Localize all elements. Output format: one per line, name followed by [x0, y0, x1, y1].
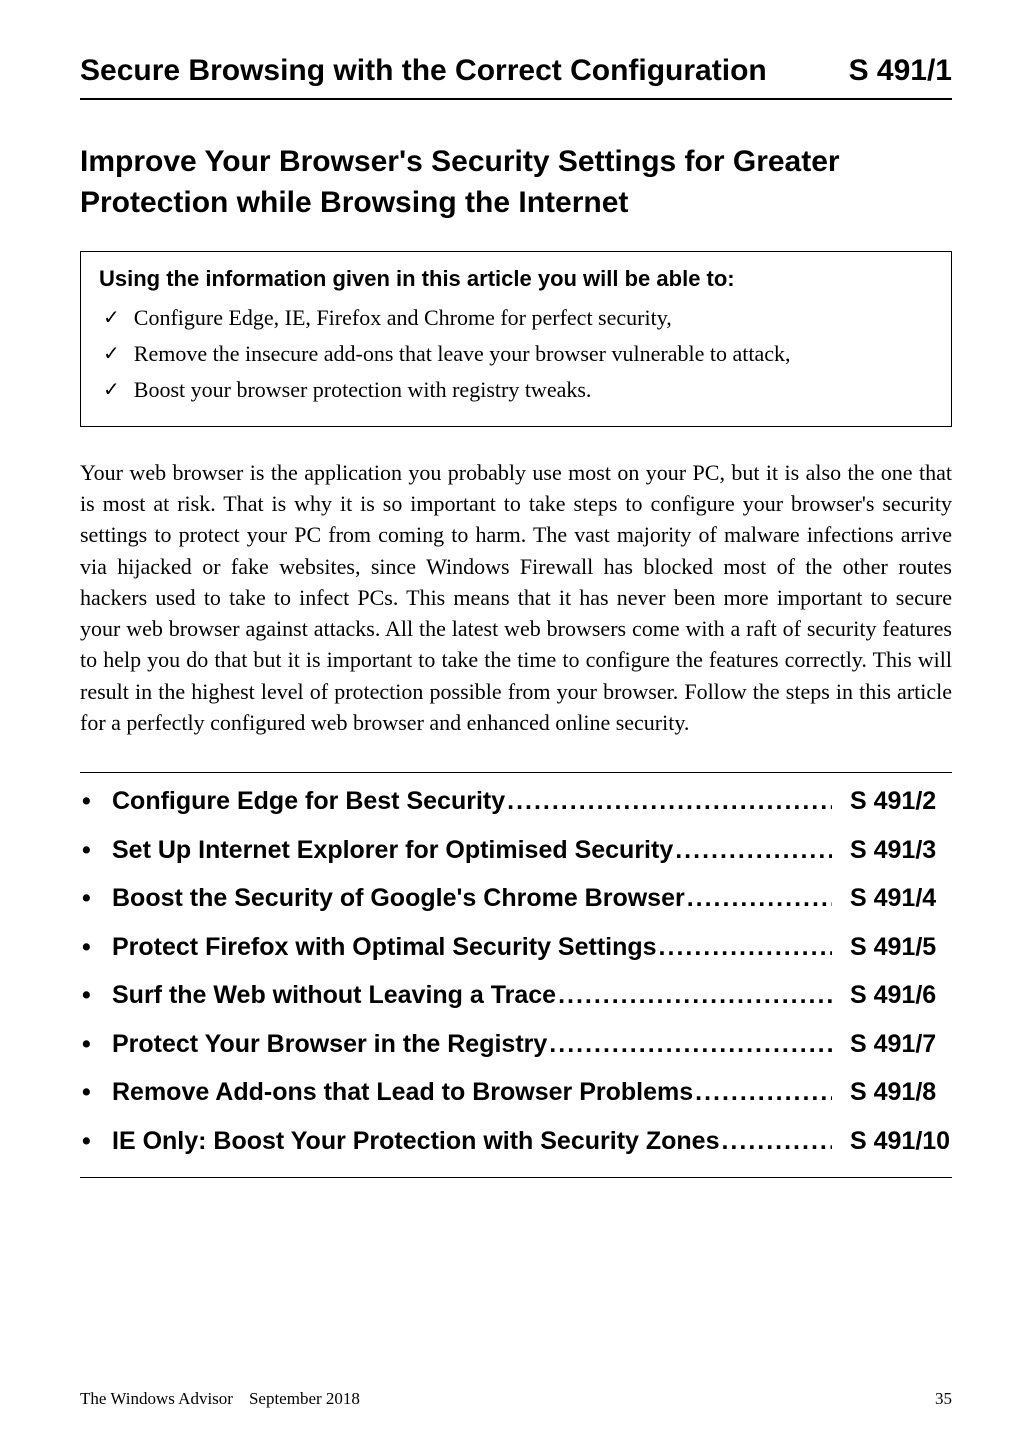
toc-page: S 491/3 — [832, 832, 952, 870]
info-box-list: ✓ Configure Edge, IE, Firefox and Chrome… — [99, 302, 933, 406]
info-box-item: ✓ Boost your browser protection with reg… — [99, 374, 933, 406]
bullet-icon: • — [80, 880, 112, 918]
check-icon: ✓ — [103, 374, 120, 406]
bullet-icon: • — [80, 1123, 112, 1161]
info-box-item-text: Remove the insecure add-ons that leave y… — [134, 338, 791, 370]
bullet-icon: • — [80, 977, 112, 1015]
toc-item: • Configure Edge for Best Security S 491… — [80, 783, 952, 821]
toc-label: Remove Add-ons that Lead to Browser Prob… — [112, 1074, 832, 1112]
info-box-item: ✓ Configure Edge, IE, Firefox and Chrome… — [99, 302, 933, 334]
info-box: Using the information given in this arti… — [80, 251, 952, 427]
toc-item: • Remove Add-ons that Lead to Browser Pr… — [80, 1074, 952, 1112]
check-icon: ✓ — [103, 338, 120, 370]
toc-item: • Protect Your Browser in the Registry S… — [80, 1026, 952, 1064]
toc-page: S 491/6 — [832, 977, 952, 1015]
toc-page: S 491/8 — [832, 1074, 952, 1112]
info-box-item: ✓ Remove the insecure add-ons that leave… — [99, 338, 933, 370]
bullet-icon: • — [80, 929, 112, 967]
page-footer: The Windows Advisor September 2018 35 — [80, 1389, 952, 1409]
page-header: Secure Browsing with the Correct Configu… — [80, 54, 952, 100]
footer-date: September 2018 — [249, 1389, 360, 1409]
toc-page: S 491/4 — [832, 880, 952, 918]
bullet-icon: • — [80, 1074, 112, 1112]
toc-label: Protect Your Browser in the Registry — [112, 1026, 832, 1064]
toc-item: • Set Up Internet Explorer for Optimised… — [80, 832, 952, 870]
toc-page: S 491/2 — [832, 783, 952, 821]
toc-page: S 491/7 — [832, 1026, 952, 1064]
body-paragraph: Your web browser is the application you … — [80, 457, 952, 738]
article-title: Improve Your Browser's Security Settings… — [80, 142, 952, 223]
check-icon: ✓ — [103, 302, 120, 334]
toc-label: Set Up Internet Explorer for Optimised S… — [112, 832, 832, 870]
toc-item: • Protect Firefox with Optimal Security … — [80, 929, 952, 967]
toc-page: S 491/5 — [832, 929, 952, 967]
table-of-contents: • Configure Edge for Best Security S 491… — [80, 772, 952, 1178]
toc-label: IE Only: Boost Your Protection with Secu… — [112, 1123, 832, 1161]
toc-item: • IE Only: Boost Your Protection with Se… — [80, 1123, 952, 1161]
bullet-icon: • — [80, 832, 112, 870]
toc-page: S 491/10 — [832, 1123, 952, 1161]
page-header-code: S 491/1 — [849, 54, 952, 88]
toc-label: Protect Firefox with Optimal Security Se… — [112, 929, 832, 967]
toc-label: Surf the Web without Leaving a Trace — [112, 977, 832, 1015]
info-box-title: Using the information given in this arti… — [99, 266, 933, 292]
bullet-icon: • — [80, 1026, 112, 1064]
footer-publication: The Windows Advisor — [80, 1389, 233, 1409]
page-header-title: Secure Browsing with the Correct Configu… — [80, 54, 767, 88]
toc-label: Boost the Security of Google's Chrome Br… — [112, 880, 832, 918]
bullet-icon: • — [80, 783, 112, 821]
footer-page-number: 35 — [935, 1389, 952, 1409]
info-box-item-text: Boost your browser protection with regis… — [134, 374, 592, 406]
info-box-item-text: Configure Edge, IE, Firefox and Chrome f… — [134, 302, 672, 334]
toc-item: • Boost the Security of Google's Chrome … — [80, 880, 952, 918]
toc-label: Configure Edge for Best Security — [112, 783, 832, 821]
toc-item: • Surf the Web without Leaving a Trace S… — [80, 977, 952, 1015]
